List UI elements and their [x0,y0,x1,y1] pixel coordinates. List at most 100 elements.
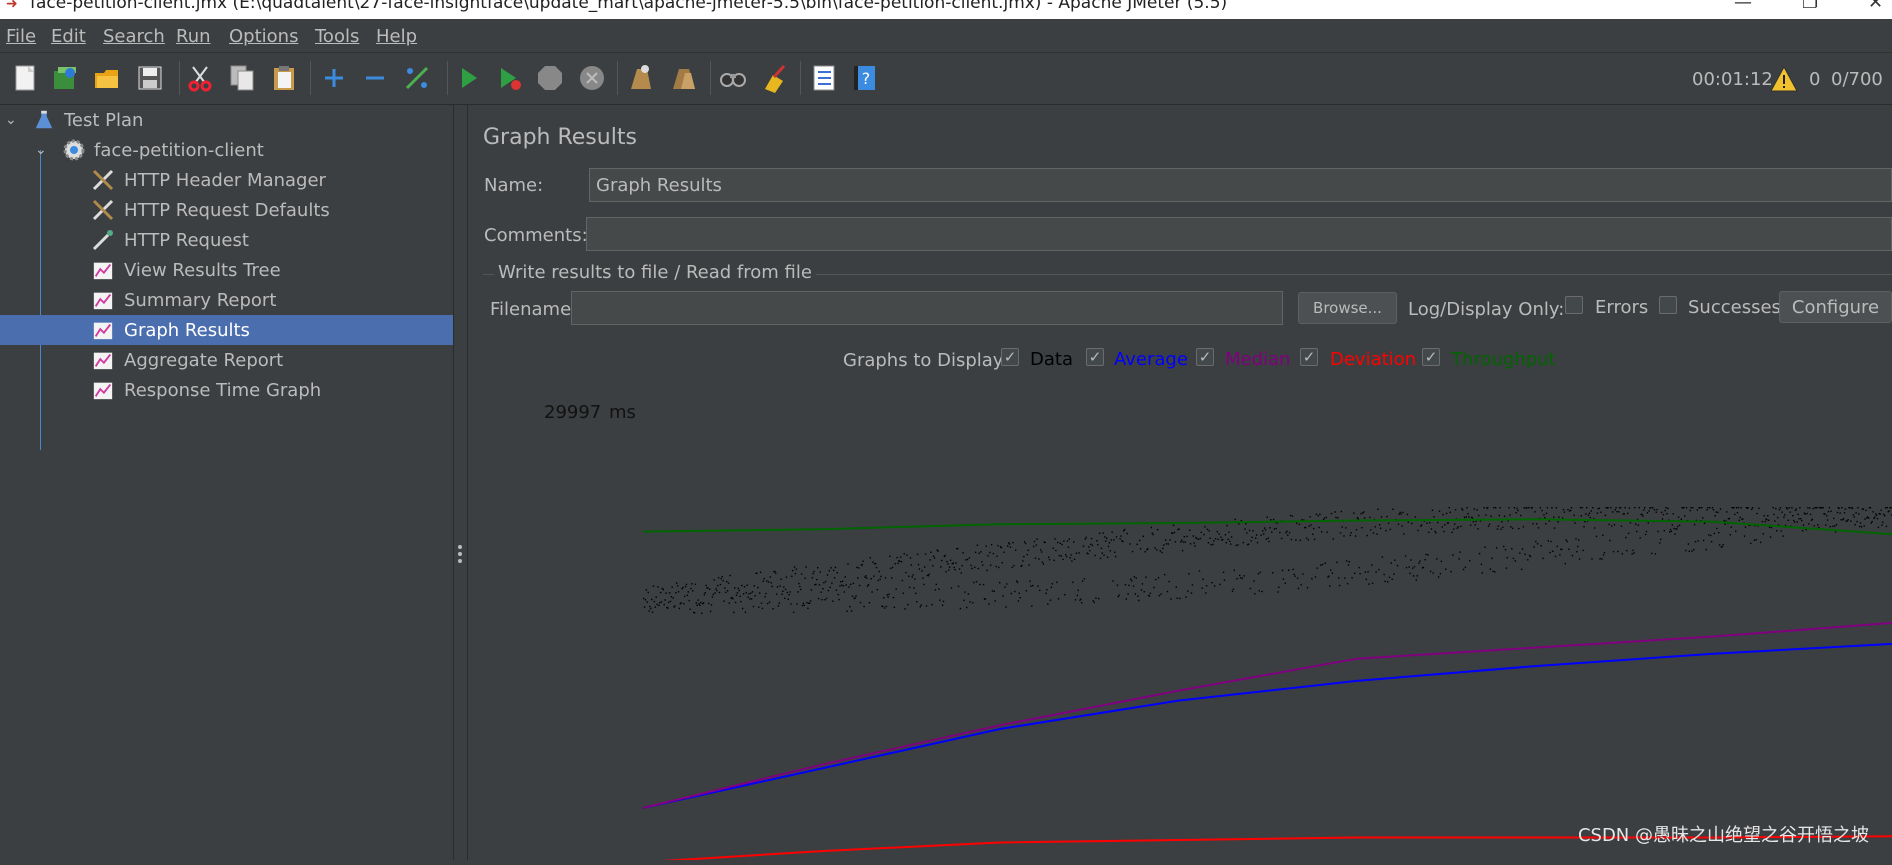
tree-item-label: face-petition-client [94,139,264,161]
copy-icon[interactable] [226,62,258,94]
tree-item-summary-report[interactable]: Summary Report [0,285,453,315]
chevron-down-icon[interactable]: ⌄ [35,142,47,158]
menu-bar: File Edit Search Run Options Tools Help [0,19,1892,53]
shutdown-icon[interactable] [576,62,608,94]
menu-edit[interactable]: Edit [51,26,86,47]
help-icon[interactable]: ? [850,62,882,94]
start-icon[interactable] [452,62,484,94]
start-no-pauses-icon[interactable] [493,62,525,94]
successes-label: Successes [1688,297,1781,318]
search-icon[interactable] [717,62,749,94]
listener-graph-icon [91,378,115,402]
median-toggle-label: Median [1225,349,1291,370]
y-max-label: 29997 [544,402,602,423]
listener-graph-icon [91,318,115,342]
tree-item-graph-results[interactable]: Graph Results [0,315,453,345]
name-label: Name: [484,175,544,196]
menu-run[interactable]: Run [176,26,211,47]
tree-item-test-plan[interactable]: ⌄ Test Plan [0,105,453,135]
function-helper-icon[interactable] [808,62,840,94]
page-title: Graph Results [483,125,637,150]
clear-all-icon[interactable] [668,62,700,94]
comments-field[interactable] [586,217,1892,251]
menu-search[interactable]: Search [103,26,165,47]
average-checkbox[interactable]: ✓ [1086,348,1104,366]
cut-icon[interactable] [184,62,216,94]
deviation-checkbox[interactable]: ✓ [1300,348,1318,366]
window-title-bar: ➜ face-petition-client.jmx (E:\quadtalen… [0,0,1892,19]
listener-graph-icon [91,258,115,282]
median-checkbox[interactable]: ✓ [1196,348,1214,366]
new-icon[interactable] [9,62,41,94]
tree-item-label: Response Time Graph [124,379,322,401]
menu-file[interactable]: File [6,26,36,47]
wrench-icon [91,168,115,192]
gear-icon [62,138,86,162]
csdn-watermark: CSDN @愚昧之山绝望之谷开悟之坡 [1577,825,1869,846]
series-median-line [642,621,1892,809]
tree-item-response-time-graph[interactable]: Response Time Graph [0,375,453,405]
window-title: face-petition-client.jmx (E:\quadtalent\… [30,0,1228,13]
tree-item-http-request-defaults[interactable]: HTTP Request Defaults [0,195,453,225]
save-icon[interactable] [134,62,166,94]
tree-item-aggregate-report[interactable]: Aggregate Report [0,345,453,375]
average-toggle-label: Average [1114,349,1188,370]
series-throughput-line [642,518,1892,536]
panel-splitter[interactable] [454,105,468,860]
chevron-down-icon[interactable]: ⌄ [5,112,17,128]
graph-area [468,487,1892,864]
series-average-line [642,642,1892,809]
flask-icon [32,108,56,132]
collapse-icon[interactable] [359,62,391,94]
tree-item-http-request[interactable]: HTTP Request [0,225,453,255]
splitter-grip-icon[interactable] [458,545,462,566]
log-display-only-label: Log/Display Only: [1408,299,1565,320]
paste-icon[interactable] [268,62,300,94]
tree-item-label: Aggregate Report [124,349,284,371]
close-icon[interactable]: ✕ [1868,0,1883,13]
open-icon[interactable] [91,62,123,94]
configure-button[interactable]: Configure [1779,291,1892,323]
templates-icon[interactable] [49,62,81,94]
menu-tools[interactable]: Tools [315,26,359,47]
tree-item-label: HTTP Header Manager [124,169,326,191]
tree-item-label: HTTP Request [124,229,249,251]
active-threads: 0/700 [1831,69,1883,90]
browse-button[interactable]: Browse... [1298,292,1397,324]
restore-icon[interactable]: ❐ [1802,0,1818,13]
comments-label: Comments: [484,225,588,246]
filename-field[interactable] [571,291,1283,325]
listener-graph-icon [91,348,115,372]
pipette-icon [91,228,115,252]
expand-icon[interactable] [318,62,350,94]
svg-text:?: ? [862,69,871,88]
toolbar: ? 00:01:12 0 0/700 [0,53,1892,105]
tree-item-http-header-manager[interactable]: HTTP Header Manager [0,165,453,195]
elapsed-time: 00:01:12 [1692,69,1773,90]
tree-item-label: Graph Results [124,319,250,341]
tree-item-label: View Results Tree [124,259,281,281]
name-field[interactable] [589,168,1892,202]
stop-icon[interactable] [534,62,566,94]
errors-checkbox[interactable] [1565,296,1583,314]
data-checkbox[interactable]: ✓ [1001,348,1019,366]
test-plan-tree: ⌄ Test Plan ⌄ face-petition-client HTTP … [0,105,454,860]
results-graph [642,507,1892,864]
tree-item-thread-group[interactable]: ⌄ face-petition-client [0,135,453,165]
tree-item-view-results-tree[interactable]: View Results Tree [0,255,453,285]
errors-label: Errors [1595,297,1649,318]
tree-item-label: Test Plan [64,109,144,131]
clear-icon[interactable] [624,62,656,94]
wrench-icon [91,198,115,222]
successes-checkbox[interactable] [1659,296,1677,314]
graphs-to-display-label: Graphs to Display [843,350,1004,371]
minimize-icon[interactable]: — [1734,0,1752,13]
menu-help[interactable]: Help [376,26,417,47]
throughput-checkbox[interactable]: ✓ [1422,348,1440,366]
tree-item-label: HTTP Request Defaults [124,199,330,221]
menu-options[interactable]: Options [229,26,298,47]
reset-search-icon[interactable] [758,62,790,94]
warning-icon[interactable] [1768,63,1800,95]
file-group-title: Write results to file / Read from file [494,262,816,283]
toggle-icon[interactable] [401,62,433,94]
